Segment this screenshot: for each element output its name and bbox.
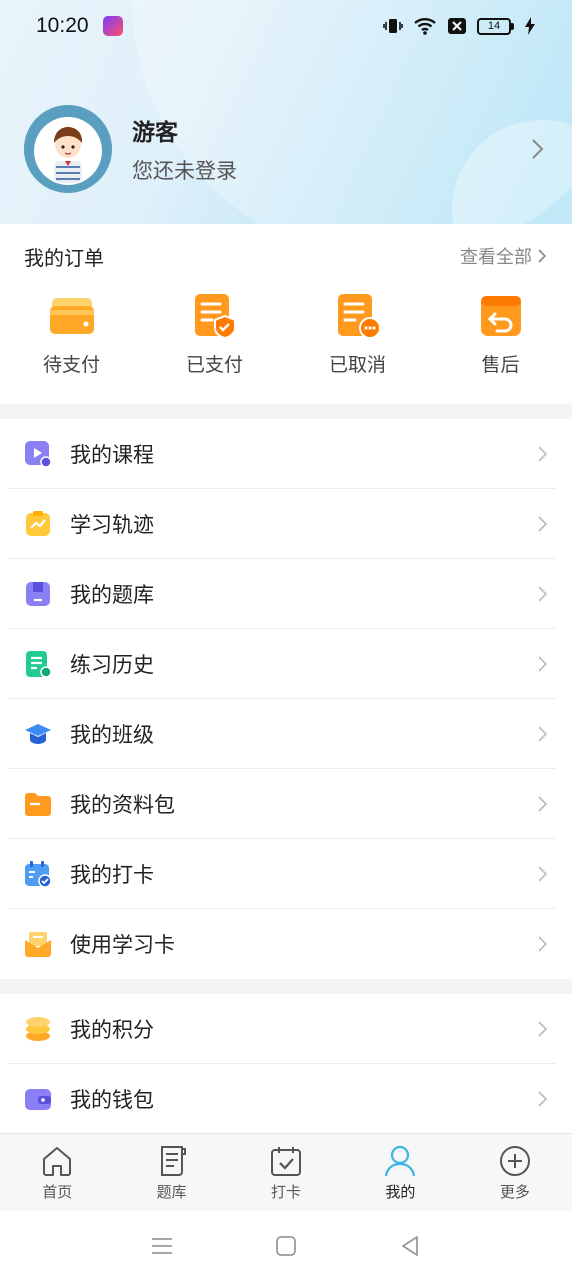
wallet-icon	[49, 298, 94, 334]
course-play-icon	[25, 441, 52, 468]
order-label: 已支付	[185, 354, 243, 376]
status-bar: 10:20 14	[0, 0, 572, 52]
menu-item-resource-pack[interactable]: 我的资料包	[0, 769, 572, 839]
mail-card-icon	[25, 932, 51, 957]
order-cancelled[interactable]: 已取消	[286, 292, 429, 377]
home-icon	[43, 1147, 72, 1176]
folder-icon	[25, 793, 51, 816]
menu-label: 我的课程	[70, 443, 154, 467]
tab-label: 打卡	[271, 1183, 302, 1201]
question-bank-icon	[26, 582, 50, 606]
menu-label: 练习历史	[70, 653, 154, 677]
tab-home[interactable]: 首页	[0, 1134, 114, 1211]
wallet-purple-icon	[25, 1089, 51, 1110]
user-icon	[385, 1145, 416, 1177]
view-all-orders-link[interactable]: 查看全部	[460, 243, 548, 269]
tab-more[interactable]: 更多	[458, 1134, 572, 1211]
graduation-cap-icon	[25, 724, 51, 744]
menu-item-use-study-card[interactable]: 使用学习卡	[0, 909, 572, 979]
orders-card: 我的订单 查看全部 待支付 已支付 已取消 售后	[0, 224, 572, 404]
chevron-right-icon[interactable]	[528, 137, 548, 161]
tab-label: 首页	[42, 1183, 73, 1201]
vibrate-icon	[383, 19, 403, 33]
order-label: 售后	[481, 354, 520, 376]
menu-label: 学习轨迹	[70, 513, 154, 537]
tab-checkin[interactable]: 打卡	[229, 1134, 343, 1211]
history-doc-icon	[26, 651, 52, 678]
menu-item-my-courses[interactable]: 我的课程	[0, 419, 572, 489]
trend-clipboard-icon	[26, 511, 50, 536]
menu-item-my-wallet[interactable]: 我的钱包	[0, 1064, 572, 1134]
tab-label: 我的	[385, 1183, 416, 1201]
chevron-right-icon	[538, 516, 548, 532]
back-nav-icon[interactable]	[398, 1234, 422, 1258]
menu-list-secondary: 我的积分 我的钱包	[0, 994, 572, 1134]
menu-label: 我的钱包	[70, 1088, 154, 1112]
chevron-right-icon	[538, 1091, 548, 1107]
menu-label: 我的资料包	[70, 793, 175, 817]
profile-row[interactable]: 游客 您还未登录	[24, 104, 548, 194]
menu-nav-icon[interactable]	[150, 1234, 174, 1258]
home-nav-icon[interactable]	[274, 1234, 298, 1258]
menu-item-question-bank[interactable]: 我的题库	[0, 559, 572, 629]
order-label: 已取消	[328, 354, 386, 376]
profile-name: 游客	[132, 120, 178, 146]
chevron-right-icon	[538, 796, 548, 812]
menu-label: 使用学习卡	[70, 933, 175, 957]
menu-list-main: 我的课程 学习轨迹 我的题库 练习历史 我的班级 我的资料包 我的打卡 使用学习…	[0, 419, 572, 979]
menu-label: 我的打卡	[70, 863, 154, 887]
view-all-label: 查看全部	[460, 247, 532, 268]
order-pending-payment[interactable]: 待支付	[0, 292, 143, 377]
bottom-tab-bar: 首页 题库 打卡 我的 更多	[0, 1133, 572, 1211]
paid-doc-icon	[194, 294, 236, 340]
profile-header: 10:20 14 游客 您还未登录	[0, 0, 572, 224]
battery-level: 14	[477, 17, 511, 35]
plus-circle-icon	[499, 1146, 530, 1176]
menu-item-my-points[interactable]: 我的积分	[0, 994, 572, 1064]
menu-label: 我的题库	[70, 583, 154, 607]
wifi-icon	[414, 18, 436, 35]
avatar[interactable]	[24, 105, 112, 193]
menu-item-my-class[interactable]: 我的班级	[0, 699, 572, 769]
avatar-boy-icon	[24, 105, 112, 193]
system-navigation-bar	[0, 1211, 572, 1280]
chevron-right-icon	[538, 446, 548, 462]
status-time: 10:20	[36, 14, 89, 37]
order-paid[interactable]: 已支付	[143, 292, 286, 377]
menu-label: 我的班级	[70, 723, 154, 747]
cancelled-doc-icon	[337, 294, 381, 339]
coins-icon	[26, 1017, 50, 1041]
menu-label: 我的积分	[70, 1018, 154, 1042]
chevron-right-icon	[538, 656, 548, 672]
status-icons: 14	[383, 16, 536, 36]
menu-item-learning-track[interactable]: 学习轨迹	[0, 489, 572, 559]
chevron-right-icon	[538, 726, 548, 742]
menu-item-practice-history[interactable]: 练习历史	[0, 629, 572, 699]
tab-label: 更多	[499, 1183, 530, 1201]
chevron-right-icon	[538, 249, 547, 263]
order-after-sales[interactable]: 售后	[429, 292, 572, 377]
no-sim-icon	[448, 18, 466, 34]
tab-label: 题库	[156, 1183, 187, 1201]
chevron-right-icon	[538, 1021, 548, 1037]
tab-mine[interactable]: 我的	[343, 1134, 457, 1211]
tab-question-bank[interactable]: 题库	[114, 1134, 228, 1211]
question-list-icon	[160, 1146, 186, 1176]
menu-item-my-checkin[interactable]: 我的打卡	[0, 839, 572, 909]
chevron-right-icon	[538, 866, 548, 882]
return-box-icon	[480, 296, 521, 336]
app-notification-icon	[102, 16, 123, 36]
charging-icon	[525, 17, 535, 35]
calendar-check-icon	[25, 861, 52, 888]
chevron-right-icon	[538, 936, 548, 952]
checkin-icon	[271, 1147, 302, 1176]
login-prompt: 您还未登录	[132, 159, 237, 183]
battery-icon: 14	[477, 17, 514, 35]
orders-title: 我的订单	[24, 245, 104, 270]
chevron-right-icon	[538, 586, 548, 602]
order-label: 待支付	[42, 354, 100, 376]
